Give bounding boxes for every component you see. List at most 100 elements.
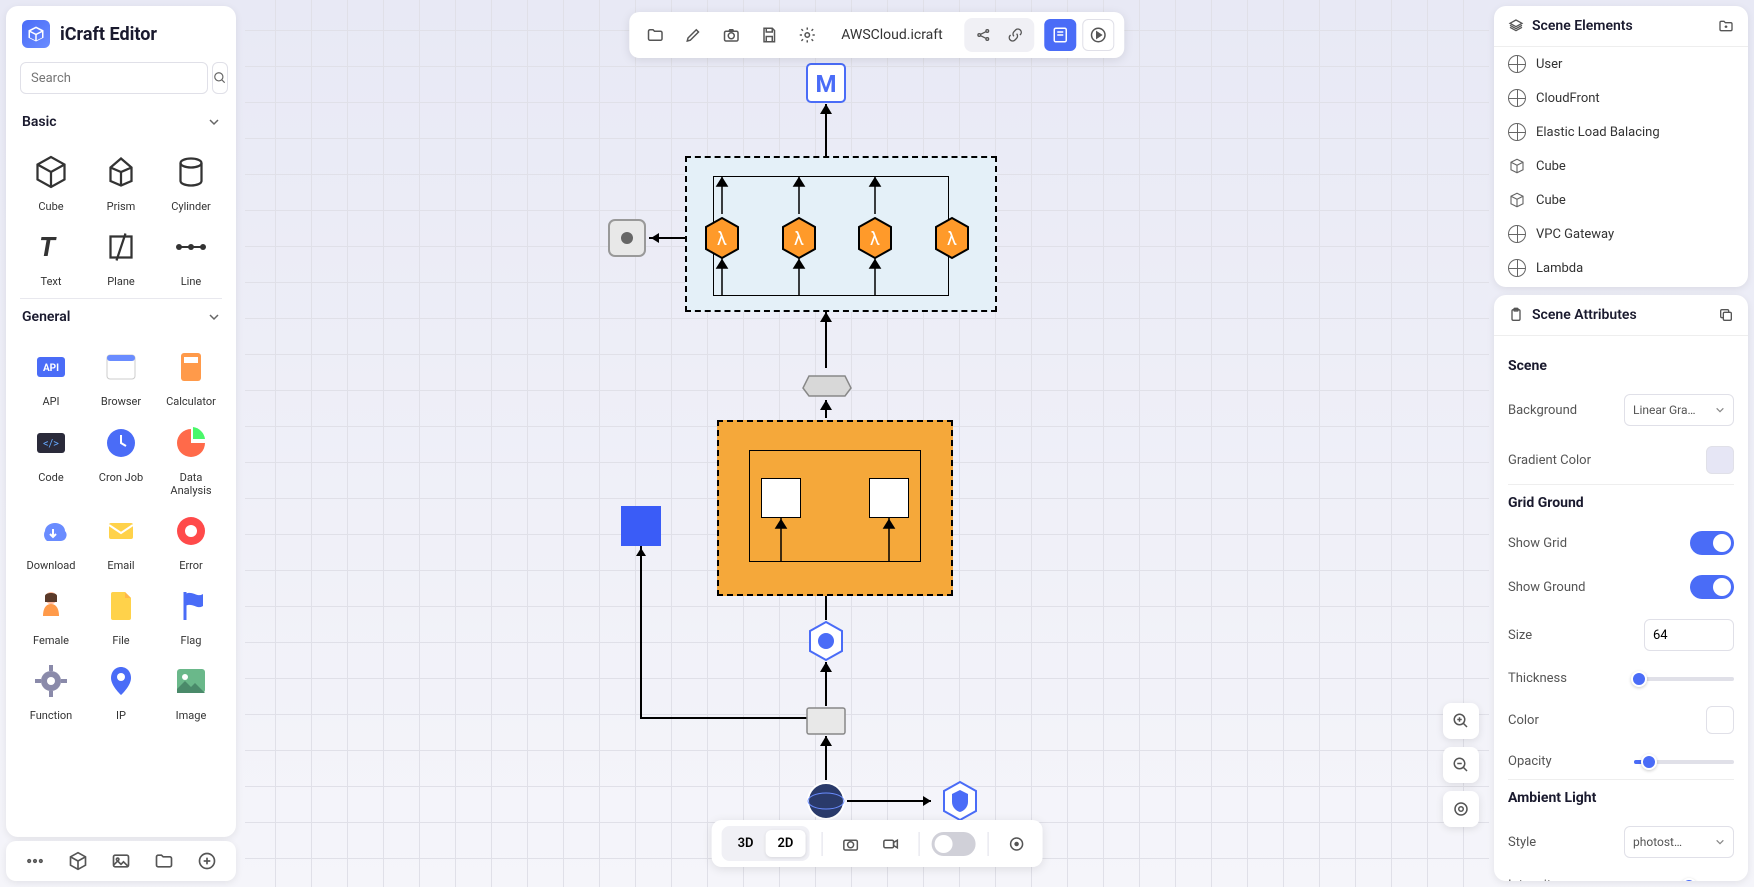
node-vpc-gateway[interactable] (801, 368, 853, 400)
chevron-down-icon (208, 311, 220, 323)
node-lambda-1[interactable]: λ (700, 216, 744, 260)
zoom-out-button[interactable] (1443, 747, 1479, 783)
search-button[interactable] (212, 62, 228, 94)
cube-icon (1508, 157, 1526, 175)
palette-browser[interactable]: Browser (90, 345, 152, 408)
element-item-lambda-1[interactable]: Lambda (1494, 251, 1748, 285)
node-globe-dark[interactable] (805, 780, 847, 822)
palette-error[interactable]: Error (160, 509, 222, 572)
style-select[interactable]: photost… (1624, 826, 1734, 858)
settings-button[interactable] (791, 19, 823, 51)
node-instance-2[interactable] (869, 478, 909, 518)
palette-file[interactable]: File (90, 584, 152, 647)
element-item-cube-2[interactable]: Cube (1494, 183, 1748, 217)
palette-cylinder[interactable]: Cylinder (160, 150, 222, 213)
element-item-elb[interactable]: Elastic Load Balacing (1494, 115, 1748, 149)
palette-text[interactable]: TText (20, 225, 82, 288)
palette-plane[interactable]: Plane (90, 225, 152, 288)
gradient-color-swatch[interactable] (1706, 446, 1734, 474)
palette-scroll[interactable]: Basic Cube Prism Cylinder TText Plane Li… (6, 104, 236, 837)
background-select[interactable]: Linear Gra… (1624, 394, 1734, 426)
add-folder-icon[interactable] (1718, 18, 1734, 34)
snapshot-button[interactable] (834, 828, 866, 860)
palette-email[interactable]: Email (90, 509, 152, 572)
folder-button[interactable] (150, 847, 178, 875)
open-folder-button[interactable] (639, 19, 671, 51)
node-lambda-3[interactable]: λ (853, 216, 897, 260)
save-button[interactable] (753, 19, 785, 51)
record-button[interactable] (874, 828, 906, 860)
globe-icon (1508, 55, 1526, 73)
app-header: iCraft Editor (6, 6, 236, 62)
palette-code[interactable]: </>Code (20, 421, 82, 497)
palette-api[interactable]: APIAPI (20, 345, 82, 408)
package-button[interactable] (64, 847, 92, 875)
attributes-body[interactable]: Scene Background Linear Gra… Gradient Co… (1494, 336, 1748, 881)
opacity-slider[interactable] (1634, 760, 1734, 764)
search-input[interactable] (20, 62, 208, 94)
play-button[interactable] (1083, 19, 1115, 51)
show-ground-toggle[interactable] (1690, 575, 1734, 599)
palette-image[interactable]: Image (160, 659, 222, 722)
palette-female[interactable]: Female (20, 584, 82, 647)
divider (918, 832, 919, 856)
thickness-slider[interactable] (1634, 677, 1734, 681)
zoom-in-button[interactable] (1443, 703, 1479, 739)
element-item-cloudfront[interactable]: CloudFront (1494, 81, 1748, 115)
node-cloudfront[interactable] (805, 706, 847, 736)
node-user[interactable]: M (805, 62, 847, 104)
palette-function[interactable]: Function (20, 659, 82, 722)
node-lambda-4[interactable]: λ (930, 216, 974, 260)
palette-download-label: Download (27, 559, 76, 572)
segment-2d[interactable]: 2D (766, 830, 806, 857)
flag-icon (169, 584, 213, 628)
show-grid-toggle[interactable] (1690, 531, 1734, 555)
palette-calculator[interactable]: Calculator (160, 345, 222, 408)
camera-button[interactable] (715, 19, 747, 51)
menu-button[interactable] (21, 847, 49, 875)
focus-button[interactable] (1000, 828, 1032, 860)
palette-line[interactable]: Line (160, 225, 222, 288)
palette-email-label: Email (107, 559, 134, 572)
link-button[interactable] (1001, 22, 1031, 48)
element-item-cube-1[interactable]: Cube (1494, 149, 1748, 183)
size-input[interactable] (1644, 619, 1734, 651)
app-title: iCraft Editor (60, 24, 157, 45)
node-lightbulb[interactable] (805, 620, 847, 662)
image-button[interactable] (107, 847, 135, 875)
palette-prism[interactable]: Prism (90, 150, 152, 213)
node-lambda-2[interactable]: λ (777, 216, 821, 260)
node-cube-blue[interactable] (621, 506, 661, 546)
element-item-lambda-2[interactable]: Lambda (1494, 285, 1748, 287)
segment-3d[interactable]: 3D (726, 830, 766, 857)
palette-cube[interactable]: Cube (20, 150, 82, 213)
add-button[interactable] (193, 847, 221, 875)
elements-list[interactable]: User CloudFront Elastic Load Balacing Cu… (1494, 47, 1748, 287)
copy-icon[interactable] (1718, 307, 1734, 323)
element-item-user[interactable]: User (1494, 47, 1748, 81)
section-general-header[interactable]: General (6, 299, 236, 335)
element-item-vpc[interactable]: VPC Gateway (1494, 217, 1748, 251)
palette-female-label: Female (33, 634, 69, 647)
canvas[interactable]: M λ λ λ λ (245, 0, 1489, 887)
palette-download[interactable]: Download (20, 509, 82, 572)
node-instance-1[interactable] (761, 478, 801, 518)
edit-button[interactable] (677, 19, 709, 51)
palette-ip[interactable]: IP (90, 659, 152, 722)
node-shield[interactable] (939, 780, 981, 822)
zoom-fit-button[interactable] (1443, 791, 1479, 827)
color-swatch[interactable] (1706, 706, 1734, 734)
node-elb[interactable] (605, 216, 649, 260)
palette-dataanalysis[interactable]: Data Analysis (160, 421, 222, 497)
zoom-in-icon (1452, 712, 1470, 730)
label-thickness: Thickness (1508, 671, 1567, 686)
palette-cronjob[interactable]: Cron Job (90, 421, 152, 497)
palette-flag[interactable]: Flag (160, 584, 222, 647)
scene-attributes-header: Scene Attributes (1494, 295, 1748, 336)
share-button[interactable] (969, 22, 999, 48)
svg-text:M: M (815, 70, 836, 98)
properties-panel-button[interactable] (1045, 19, 1077, 51)
view-toggle[interactable] (931, 832, 975, 856)
section-basic-header[interactable]: Basic (6, 104, 236, 140)
row-opacity: Opacity (1508, 744, 1734, 779)
